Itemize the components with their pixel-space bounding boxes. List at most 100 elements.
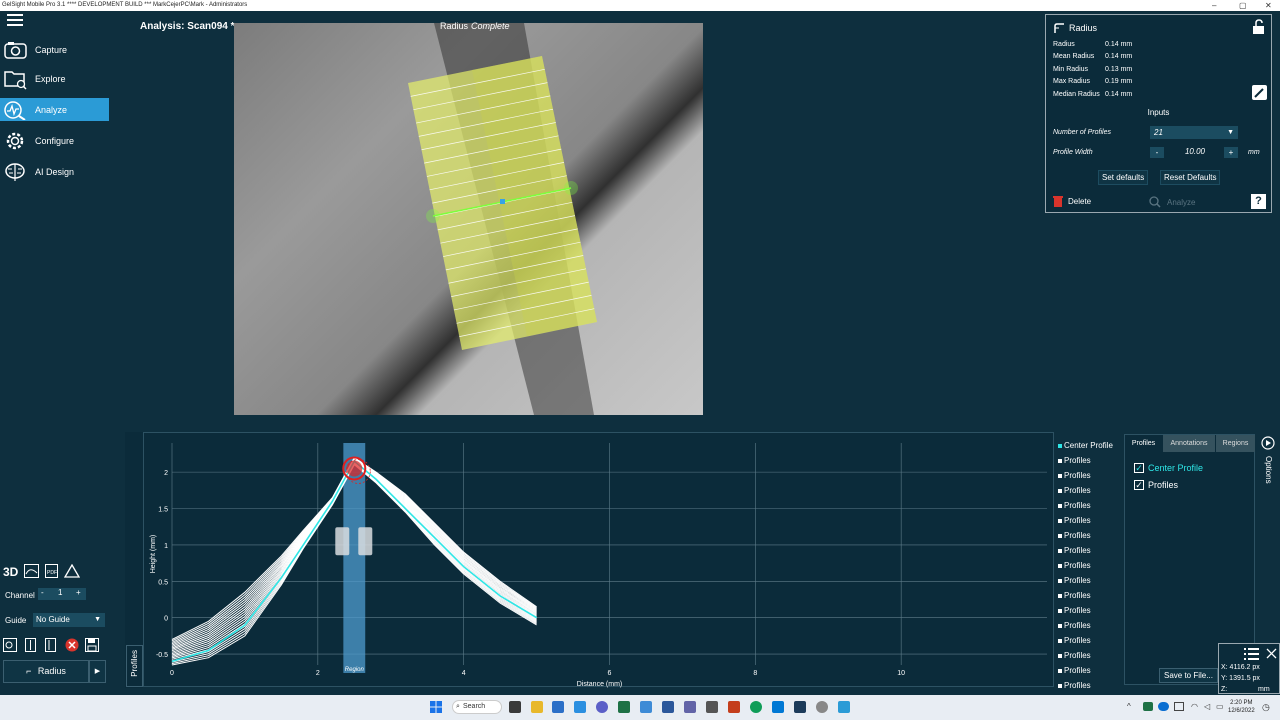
legend-profiles[interactable]: Profiles	[1058, 576, 1091, 585]
profile-handle-left[interactable]	[426, 209, 440, 223]
taskbar-app-icon[interactable]	[552, 701, 564, 713]
cancel-icon[interactable]	[65, 638, 79, 652]
gelsight-app-icon[interactable]	[794, 701, 806, 713]
legend-profiles[interactable]: Profiles	[1058, 456, 1091, 465]
profile-width-input[interactable]: 10.00	[1166, 147, 1224, 156]
visual-studio-icon[interactable]	[574, 701, 586, 713]
task-view-icon[interactable]	[509, 701, 521, 713]
legend-profiles[interactable]: Profiles	[1058, 546, 1091, 555]
tab-profiles[interactable]: Profiles	[1125, 435, 1162, 452]
set-defaults-button[interactable]: Set defaults	[1098, 170, 1149, 185]
tray-app-icon[interactable]	[1143, 702, 1153, 711]
profile-center-handle[interactable]	[500, 199, 505, 204]
region-handle-right[interactable]	[358, 527, 373, 556]
delete-button[interactable]: Delete	[1053, 196, 1091, 207]
unlock-icon[interactable]	[1251, 19, 1267, 35]
split-column-icon[interactable]	[45, 638, 56, 652]
checkmark-icon: ✓	[1134, 463, 1144, 473]
close-icon[interactable]: ✕	[1265, 0, 1272, 11]
column-icon[interactable]	[25, 638, 36, 652]
excel-icon[interactable]	[618, 701, 630, 713]
maximize-icon[interactable]: ▢	[1239, 0, 1247, 11]
profile-width-increment[interactable]: +	[1224, 147, 1238, 158]
teams-icon[interactable]	[596, 701, 608, 713]
windows-start-icon[interactable]	[430, 701, 442, 713]
legend-profiles[interactable]: Profiles	[1058, 621, 1091, 630]
battery-icon[interactable]	[1174, 702, 1184, 711]
taskbar-app-icon[interactable]	[838, 701, 850, 713]
file-explorer-icon[interactable]	[531, 701, 543, 713]
legend-profiles[interactable]: Profiles	[1058, 516, 1091, 525]
close-icon[interactable]	[1266, 648, 1277, 659]
tool-menu-arrow[interactable]: ▶	[89, 660, 106, 683]
edge-icon[interactable]	[750, 701, 762, 713]
legend-profiles[interactable]: Profiles	[1058, 501, 1091, 510]
profile-width-decrement[interactable]: -	[1150, 147, 1164, 158]
list-icon[interactable]	[1244, 647, 1260, 661]
nav-ai-design[interactable]: AI Design	[0, 160, 109, 183]
nav-configure[interactable]: Configure	[0, 129, 109, 152]
word-icon[interactable]	[662, 701, 674, 713]
channel-decrement[interactable]: -	[41, 588, 44, 597]
taskbar-app-icon[interactable]	[816, 701, 828, 713]
coord-x: X: 4116.2 px	[1221, 664, 1260, 671]
nav-explore[interactable]: Explore	[0, 67, 109, 90]
triangle-icon[interactable]	[64, 564, 80, 578]
menu-icon[interactable]	[7, 14, 23, 26]
nav-analyze[interactable]: Analyze	[0, 98, 109, 121]
tab-regions[interactable]: Regions	[1216, 435, 1255, 452]
legend-profiles[interactable]: Profiles	[1058, 471, 1091, 480]
profile-chart[interactable]: 0 2 4 6 8 10 2 1.5 1 0.5 0 -0.5 Distance (mm) Height …	[143, 432, 1054, 688]
taskbar-app-icon[interactable]	[706, 701, 718, 713]
teams-icon[interactable]	[684, 701, 696, 713]
edit-icon[interactable]	[1252, 85, 1267, 100]
nav-capture[interactable]: Capture	[0, 38, 109, 61]
taskbar-search[interactable]: ⌕ Search	[452, 700, 502, 714]
legend-profiles[interactable]: Profiles	[1058, 531, 1091, 540]
chevron-down-icon: ▼	[1227, 129, 1234, 136]
volume-icon[interactable]: ◁	[1204, 702, 1210, 711]
legend-profiles[interactable]: Profiles	[1058, 666, 1091, 675]
legend-profiles[interactable]: Profiles	[1058, 591, 1091, 600]
region-handle-left[interactable]	[335, 527, 350, 556]
channel-increment[interactable]: +	[76, 588, 81, 597]
tab-annotations[interactable]: Annotations	[1163, 435, 1215, 452]
analyze-button[interactable]: Analyze	[1149, 196, 1195, 208]
center-profile-checkbox[interactable]: ✓ Center Profile	[1134, 463, 1203, 473]
profile-handle-right[interactable]	[564, 181, 578, 195]
image-export-icon[interactable]	[3, 638, 17, 652]
legend-profiles[interactable]: Profiles	[1058, 486, 1091, 495]
radius-tool-button[interactable]: ⌐ Radius	[3, 660, 89, 683]
legend-profiles[interactable]: Profiles	[1058, 606, 1091, 615]
network-icon[interactable]: ▭	[1216, 702, 1224, 711]
notification-icon[interactable]: ◷	[1262, 702, 1270, 713]
outlook-icon[interactable]	[772, 701, 784, 713]
legend-profiles[interactable]: Profiles	[1058, 681, 1091, 690]
options-tab[interactable]: Options	[1259, 434, 1278, 534]
powerpoint-icon[interactable]	[728, 701, 740, 713]
legend-profiles[interactable]: Profiles	[1058, 651, 1091, 660]
radius-panel-title: Radius	[1069, 23, 1098, 33]
legend-center-profile[interactable]: Center Profile	[1058, 441, 1113, 450]
legend-profiles[interactable]: Profiles	[1058, 561, 1091, 570]
legend-profiles[interactable]: Profiles	[1058, 636, 1091, 645]
scan-image[interactable]	[234, 23, 703, 415]
minimize-icon[interactable]: –	[1212, 0, 1216, 11]
tray-chevron-icon[interactable]: ^	[1127, 702, 1131, 711]
taskbar-app-icon[interactable]	[640, 701, 652, 713]
taskbar-clock[interactable]: 2:20 PM 12/6/2022	[1228, 699, 1255, 715]
reset-defaults-button[interactable]: Reset Defaults	[1160, 170, 1221, 185]
onedrive-icon[interactable]	[1158, 702, 1169, 711]
guide-dropdown[interactable]: No Guide ▼	[33, 613, 105, 627]
save-icon[interactable]	[85, 638, 99, 652]
profiles-checkbox[interactable]: ✓ Profiles	[1134, 480, 1178, 490]
pdf-icon[interactable]: PDF	[45, 564, 58, 578]
channel-stepper[interactable]: - 1 +	[38, 588, 86, 600]
help-icon[interactable]: ?	[1251, 194, 1266, 209]
num-profiles-dropdown[interactable]: 21 ▼	[1150, 126, 1238, 139]
wifi-icon[interactable]: ◠	[1191, 702, 1198, 711]
profiles-side-tab[interactable]: Profiles	[126, 645, 143, 687]
profile-view-icon[interactable]	[24, 564, 39, 578]
save-to-file-button[interactable]: Save to File...	[1159, 668, 1218, 683]
view-3d-button[interactable]: 3D	[3, 565, 18, 579]
